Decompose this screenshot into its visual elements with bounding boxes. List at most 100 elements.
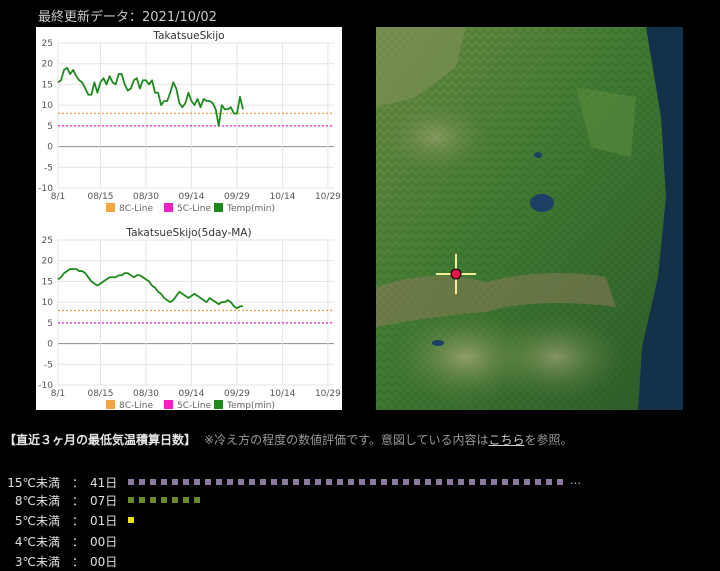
- x-tick-label: 10/29: [315, 192, 341, 202]
- x-tick-label: 08/30: [133, 389, 159, 399]
- day-dot: [381, 479, 387, 485]
- x-tick-label: 8/1: [51, 192, 65, 202]
- legend-swatch: [164, 400, 173, 409]
- legend-swatch: [164, 203, 173, 212]
- day-dot: [535, 479, 541, 485]
- x-tick-label: 08/15: [87, 192, 113, 202]
- x-tick-label: 08/30: [133, 192, 159, 202]
- x-tick-label: 8/1: [51, 389, 65, 399]
- y-tick-label: 20: [42, 60, 54, 70]
- day-count: 07日: [90, 494, 118, 508]
- series-line-temp-min: [57, 66, 244, 127]
- day-dot: [194, 497, 200, 503]
- x-tick-label: 09/14: [178, 192, 204, 202]
- x-tick-label: 08/15: [87, 389, 113, 399]
- summary-note: ※冷え方の程度の数値評価です。意図している内容はこちらを参照。: [204, 433, 573, 447]
- last-update-date: 最終更新データ：2021/10/02: [38, 10, 217, 25]
- y-tick-label: 5: [47, 319, 53, 329]
- note-text: ※冷え方の程度の数値評価です。意図している内容は: [204, 433, 489, 447]
- day-dot: [491, 479, 497, 485]
- day-dot: [304, 479, 310, 485]
- day-count-bar: …: [128, 474, 581, 487]
- day-dot: [337, 479, 343, 485]
- day-dot: [436, 479, 442, 485]
- x-tick-label: 09/14: [178, 389, 204, 399]
- day-dot: [161, 497, 167, 503]
- more-indicator: …: [570, 474, 581, 487]
- day-dot: [150, 497, 156, 503]
- x-tick-label: 10/29: [315, 389, 341, 399]
- y-tick-label: 0: [47, 340, 53, 350]
- y-tick-label: 15: [42, 277, 53, 287]
- chart-panel: TakatsueSkijo 25 20 15 10 5 0 -5 -10 8/1 08/15 08/3…: [36, 27, 342, 410]
- legend-swatch: [106, 400, 115, 409]
- day-dot: [271, 479, 277, 485]
- details-link[interactable]: こちら: [489, 433, 525, 447]
- legend-swatch: [106, 203, 115, 212]
- threshold-label: 3℃未満: [14, 555, 60, 569]
- y-tick-label: 10: [42, 101, 54, 111]
- day-dot: [480, 479, 486, 485]
- legend-label: Temp(min): [226, 204, 275, 214]
- x-tick-label: 10/14: [269, 389, 295, 399]
- threshold-label: 15℃未満: [7, 476, 60, 490]
- separator: ：: [72, 555, 85, 569]
- day-dot: [227, 479, 233, 485]
- day-dot: [282, 479, 288, 485]
- day-count-bar: [128, 517, 139, 524]
- day-dot: [315, 479, 321, 485]
- terrain-map[interactable]: [376, 27, 683, 410]
- day-count: 00日: [90, 555, 118, 569]
- y-tick-label: 25: [42, 39, 53, 49]
- day-dot: [205, 479, 211, 485]
- legend-swatch: [214, 203, 223, 212]
- legend-swatch: [214, 400, 223, 409]
- threshold-label: 8℃未満: [14, 494, 60, 508]
- day-dot: [392, 479, 398, 485]
- x-tick-label: 09/29: [224, 192, 250, 202]
- day-dot: [249, 479, 255, 485]
- legend-label: 5C-Line: [177, 204, 211, 214]
- summary-heading: 【直近３ヶ月の最低気温積算日数】 ※冷え方の程度の数値評価です。意図している内容は…: [4, 431, 573, 448]
- day-dot: [128, 497, 134, 503]
- day-dot: [447, 479, 453, 485]
- day-dot: [293, 479, 299, 485]
- day-count: 01日: [90, 514, 118, 528]
- legend-label: Temp(min): [226, 401, 275, 410]
- day-dot: [359, 479, 365, 485]
- chart-title: TakatsueSkijo: [152, 30, 224, 42]
- y-tick-label: -5: [44, 360, 53, 370]
- day-dot: [238, 479, 244, 485]
- day-dot: [150, 479, 156, 485]
- chart-title: TakatsueSkijo(5day-MA): [125, 227, 251, 239]
- day-dot: [260, 479, 266, 485]
- separator: ：: [72, 494, 85, 508]
- day-dot: [502, 479, 508, 485]
- day-dot: [139, 497, 145, 503]
- day-dot: [326, 479, 332, 485]
- separator: ：: [72, 535, 85, 549]
- day-dot: [183, 479, 189, 485]
- day-dot: [128, 517, 134, 523]
- day-dot: [183, 497, 189, 503]
- day-dot: [557, 479, 563, 485]
- day-dot: [161, 479, 167, 485]
- day-dot: [370, 479, 376, 485]
- x-tick-label: 09/29: [224, 389, 250, 399]
- day-dot: [172, 479, 178, 485]
- y-tick-label: 15: [42, 80, 53, 90]
- day-dot: [458, 479, 464, 485]
- day-dot: [139, 479, 145, 485]
- legend-label: 8C-Line: [119, 204, 153, 214]
- day-count: 00日: [90, 535, 118, 549]
- x-tick-label: 10/14: [269, 192, 295, 202]
- day-dot: [513, 479, 519, 485]
- summary-title: 【直近３ヶ月の最低気温積算日数】: [4, 433, 197, 447]
- threshold-label: 4℃未満: [14, 535, 60, 549]
- day-dot: [469, 479, 475, 485]
- threshold-label: 5℃未満: [14, 514, 60, 528]
- day-dot: [414, 479, 420, 485]
- day-dot: [403, 479, 409, 485]
- temperature-charts: TakatsueSkijo2520151050-5-108/1 08/15 08/3…: [38, 30, 341, 410]
- day-dot: [425, 479, 431, 485]
